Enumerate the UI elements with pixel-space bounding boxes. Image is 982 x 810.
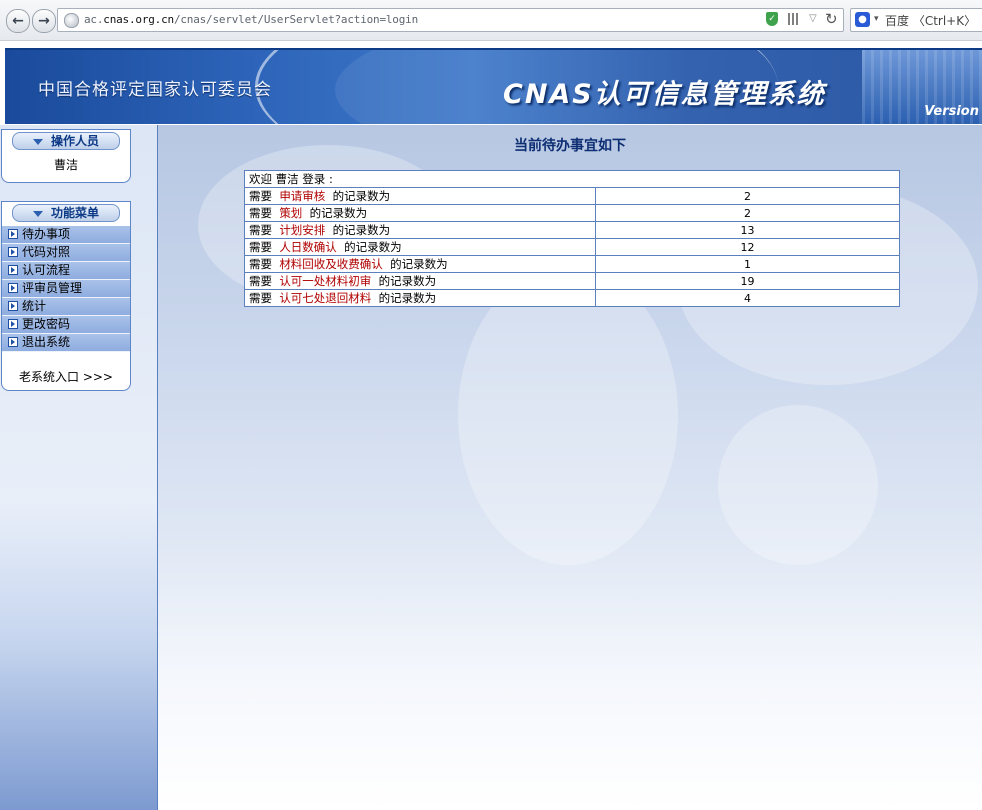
table-row: 需要 计划安排 的记录数为 13 <box>244 221 900 239</box>
todo-count: 2 <box>595 204 900 222</box>
triangle-down-icon <box>32 138 43 145</box>
todo-item-link[interactable]: 材料回收及收费确认 <box>279 257 383 271</box>
globe-icon <box>64 13 79 28</box>
system-title: CNAS认可信息管理系统 <box>503 79 826 110</box>
arrow-bullet-icon <box>8 319 18 329</box>
table-row: 需要 申请审核 的记录数为 2 <box>244 187 900 205</box>
table-row: 需要 策划 的记录数为 2 <box>244 204 900 222</box>
arrow-bullet-icon <box>8 301 18 311</box>
arrow-bullet-icon <box>8 283 18 293</box>
organization-name: 中国合格评定国家认可委员会 <box>38 80 272 100</box>
welcome-text: 欢迎 曹洁 登录 : <box>244 170 900 188</box>
reload-icon[interactable]: ↻ <box>825 10 838 28</box>
arrow-bullet-icon <box>8 265 18 275</box>
back-button[interactable]: ← <box>6 9 30 33</box>
todo-count: 12 <box>595 238 900 256</box>
table-row: 需要 认可七处退回材料 的记录数为 4 <box>244 289 900 307</box>
todo-item-link[interactable]: 认可一处材料初审 <box>279 274 371 288</box>
search-engine-dropdown-icon[interactable]: ▾ <box>874 14 879 24</box>
welcome-row: 欢迎 曹洁 登录 : <box>244 170 900 188</box>
arrow-bullet-icon <box>8 247 18 257</box>
todo-item-link[interactable]: 认可七处退回材料 <box>279 291 371 305</box>
table-row: 需要 材料回收及收费确认 的记录数为 1 <box>244 255 900 273</box>
menu-item-code-mapping[interactable]: 代码对照 <box>2 244 130 262</box>
arrow-bullet-icon <box>8 229 18 239</box>
function-menu-header: 功能菜单 <box>12 204 120 222</box>
todo-item-link[interactable]: 申请审核 <box>279 189 325 203</box>
todo-item-link[interactable]: 计划安排 <box>279 223 325 237</box>
menu-item-statistics[interactable]: 统计 <box>2 298 130 316</box>
menu-item-assessor-management[interactable]: 评审员管理 <box>2 280 130 298</box>
operator-panel-header: 操作人员 <box>12 132 120 150</box>
menu-item-logout[interactable]: 退出系统 <box>2 334 130 352</box>
table-row: 需要 人日数确认 的记录数为 12 <box>244 238 900 256</box>
arrow-bullet-icon <box>8 337 18 347</box>
baidu-paw-icon: ● <box>855 12 870 27</box>
header-banner: 中国合格评定国家认可委员会 CNAS认可信息管理系统 Version <box>5 48 982 124</box>
todo-table: 欢迎 曹洁 登录 : 需要 申请审核 的记录数为 2 需要 策划 的记录数为 2… <box>244 170 900 307</box>
address-bar[interactable]: ac.cnas.org.cn/cnas/servlet/UserServlet?… <box>57 8 844 32</box>
menu-item-todo[interactable]: 待办事项 <box>2 226 130 244</box>
shield-icon[interactable]: ✓ <box>766 12 778 26</box>
todo-count: 4 <box>595 289 900 307</box>
search-placeholder: 百度 〈Ctrl+K〉 <box>885 14 977 28</box>
page-title: 当前待办事宜如下 <box>514 138 626 154</box>
forward-button[interactable]: → <box>32 9 56 33</box>
qr-code-icon[interactable] <box>788 13 800 25</box>
operator-name: 曹洁 <box>53 158 78 172</box>
function-menu: 待办事项 代码对照 认可流程 评审员管理 统计 更改密码 退出系统 <box>2 226 130 352</box>
todo-count: 2 <box>595 187 900 205</box>
main-content: 当前待办事宜如下 欢迎 曹洁 登录 : 需要 申请审核 的记录数为 2 需要 策… <box>158 125 982 810</box>
table-row: 需要 认可一处材料初审 的记录数为 19 <box>244 272 900 290</box>
url-text: ac.cnas.org.cn/cnas/servlet/UserServlet?… <box>84 13 418 26</box>
todo-count: 1 <box>595 255 900 273</box>
todo-item-link[interactable]: 策划 <box>279 206 302 220</box>
operator-panel: 操作人员 曹洁 <box>1 129 131 183</box>
menu-item-change-password[interactable]: 更改密码 <box>2 316 130 334</box>
menu-item-accreditation-flow[interactable]: 认可流程 <box>2 262 130 280</box>
function-menu-panel: 功能菜单 待办事项 代码对照 认可流程 评审员管理 统计 更改密码 退出系统 老… <box>1 201 131 391</box>
todo-count: 13 <box>595 221 900 239</box>
old-system-link[interactable]: 老系统入口 >>> <box>2 368 130 385</box>
search-box[interactable]: ● ▾ 百度 〈Ctrl+K〉 <box>850 8 982 32</box>
version-label: Version <box>924 104 979 119</box>
todo-count: 19 <box>595 272 900 290</box>
todo-item-link[interactable]: 人日数确认 <box>279 240 337 254</box>
triangle-down-icon <box>32 210 43 217</box>
sidebar: 操作人员 曹洁 功能菜单 待办事项 代码对照 认可流程 评审员管理 统计 更改密… <box>0 125 158 810</box>
browser-toolbar: ← → ac.cnas.org.cn/cnas/servlet/UserServ… <box>0 0 982 41</box>
dropdown-arrow-icon[interactable]: ▽ <box>809 13 817 24</box>
